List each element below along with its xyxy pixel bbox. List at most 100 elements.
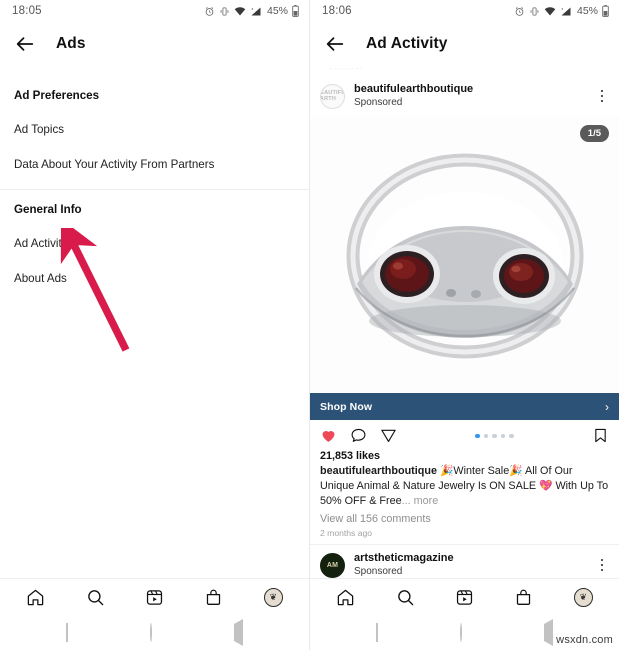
battery-percent: 45% bbox=[266, 5, 288, 17]
carousel-dots bbox=[397, 433, 592, 438]
avatar[interactable]: BEAUTIFUL EARTH bbox=[320, 83, 345, 109]
triangle-icon bbox=[544, 619, 553, 646]
android-system-nav-left bbox=[0, 616, 309, 650]
tab-profile[interactable]: ❦ bbox=[263, 588, 283, 607]
scrolled-content-edge: - - - - - - - - bbox=[330, 66, 363, 73]
triangle-icon bbox=[234, 619, 243, 646]
post-timestamp: 2 months ago bbox=[320, 527, 373, 538]
battery-icon bbox=[602, 5, 609, 17]
post-media[interactable]: 1/5 Shop Now › bbox=[310, 116, 619, 421]
alarm-icon bbox=[515, 6, 524, 16]
carousel-counter: 1/5 bbox=[579, 125, 609, 143]
app-header-right: Ad Activity bbox=[310, 22, 619, 66]
section-heading-general-info: General Info bbox=[14, 203, 82, 216]
tab-home[interactable] bbox=[26, 588, 45, 607]
svg-text:x: x bbox=[251, 6, 253, 10]
section-heading-ad-preferences: Ad Preferences bbox=[14, 89, 100, 102]
back-arrow-icon[interactable] bbox=[324, 33, 346, 55]
ad-activity-feed: - - - - - - - - BEAUTIFUL EARTH beautifu… bbox=[310, 66, 619, 585]
tab-search[interactable] bbox=[396, 588, 415, 607]
tab-search[interactable] bbox=[86, 588, 105, 607]
status-bar-right: 18:06 x 45% bbox=[310, 0, 619, 22]
status-time: 18:05 bbox=[12, 5, 42, 17]
battery-icon bbox=[292, 5, 299, 17]
carousel-dot bbox=[509, 433, 514, 438]
home-button[interactable] bbox=[150, 623, 152, 642]
avatar[interactable]: AM bbox=[320, 552, 345, 578]
post-username[interactable]: artstheticmagazine bbox=[354, 552, 586, 566]
cta-label: Shop Now bbox=[320, 400, 373, 413]
recents-button[interactable] bbox=[66, 623, 68, 642]
action-icons-right bbox=[592, 427, 609, 444]
status-icons: x 45% bbox=[204, 5, 299, 17]
profile-avatar: ❦ bbox=[263, 588, 283, 607]
recents-button[interactable] bbox=[376, 623, 378, 642]
watermark: wsxdn.com bbox=[556, 634, 613, 646]
status-bar-left: 18:05 x 45% bbox=[0, 0, 309, 22]
left-phone-screen: 18:05 x 45% Ads Ad Preferences Ad Topics… bbox=[0, 0, 310, 650]
home-icon bbox=[27, 589, 44, 606]
post-sponsored-label: Sponsored bbox=[354, 96, 403, 108]
like-count: 21,853 likes bbox=[320, 450, 381, 463]
battery-percent: 45% bbox=[576, 5, 598, 17]
shop-now-cta[interactable]: Shop Now › bbox=[310, 393, 619, 421]
bottom-area-right: ❦ wsxdn.com bbox=[310, 578, 619, 650]
tab-profile[interactable]: ❦ bbox=[573, 588, 593, 607]
wifi-icon bbox=[544, 6, 556, 15]
post-identity: beautifulearthboutique Sponsored bbox=[354, 83, 586, 109]
reels-icon bbox=[456, 590, 473, 605]
instagram-tabbar-left: ❦ bbox=[0, 578, 309, 616]
post-sponsored-label: Sponsored bbox=[354, 565, 403, 577]
right-phone-screen: 18:06 x 45% Ad Activity - - - - - - - - … bbox=[310, 0, 619, 650]
back-button[interactable] bbox=[544, 619, 553, 646]
more-options-icon[interactable] bbox=[595, 89, 609, 103]
vibrate-icon bbox=[530, 6, 539, 16]
wifi-icon bbox=[234, 6, 246, 15]
post-username[interactable]: beautifulearthboutique bbox=[354, 83, 586, 97]
back-arrow-icon[interactable] bbox=[14, 33, 36, 55]
dual-screenshot: 18:05 x 45% Ads Ad Preferences Ad Topics… bbox=[0, 0, 619, 650]
settings-item-ad-topics[interactable]: Ad Topics bbox=[0, 112, 309, 147]
action-icons-left bbox=[320, 427, 397, 444]
view-comments-link[interactable]: View all 156 comments bbox=[310, 509, 619, 526]
settings-item-about-ads[interactable]: About Ads bbox=[0, 261, 309, 296]
bottom-area-left: ❦ bbox=[0, 578, 309, 650]
signal-icon: x bbox=[561, 6, 571, 15]
save-bookmark-icon[interactable] bbox=[592, 427, 609, 444]
vibrate-icon bbox=[220, 6, 229, 16]
avatar-label: BEAUTIFUL EARTH bbox=[320, 90, 344, 103]
more-options-icon[interactable] bbox=[595, 558, 609, 572]
status-time: 18:06 bbox=[322, 5, 352, 17]
like-heart-icon[interactable] bbox=[320, 427, 337, 444]
svg-text:x: x bbox=[561, 6, 563, 10]
page-title: Ads bbox=[56, 35, 86, 52]
square-icon bbox=[66, 623, 68, 642]
settings-list: Ad Preferences Ad Topics Data About Your… bbox=[0, 66, 309, 296]
tab-reels[interactable] bbox=[455, 588, 474, 607]
android-system-nav-right: wsxdn.com bbox=[310, 616, 619, 650]
search-icon bbox=[397, 590, 413, 606]
settings-item-data-about-activity[interactable]: Data About Your Activity From Partners bbox=[0, 147, 309, 182]
settings-item-ad-activity[interactable]: Ad Activity bbox=[0, 226, 309, 261]
share-icon[interactable] bbox=[380, 427, 397, 444]
tab-reels[interactable] bbox=[145, 588, 164, 607]
square-icon bbox=[376, 623, 378, 642]
caption-more-link[interactable]: ... more bbox=[402, 495, 439, 507]
avatar-label: AM bbox=[326, 561, 339, 569]
tab-shop[interactable] bbox=[514, 588, 533, 607]
tab-shop[interactable] bbox=[204, 588, 223, 607]
instagram-tabbar-right: ❦ bbox=[310, 578, 619, 616]
post-header: BEAUTIFUL EARTH beautifulearthboutique S… bbox=[310, 76, 619, 116]
carousel-dot bbox=[492, 433, 497, 438]
product-photo-silver-frog-ring bbox=[310, 116, 619, 421]
chevron-right-icon: › bbox=[605, 399, 609, 414]
caption-username[interactable]: beautifulearthboutique bbox=[320, 465, 437, 477]
comment-icon[interactable] bbox=[350, 427, 367, 444]
back-button[interactable] bbox=[234, 619, 243, 646]
shop-icon bbox=[207, 589, 221, 605]
carousel-dot bbox=[500, 433, 506, 438]
home-icon bbox=[337, 589, 354, 606]
section-divider bbox=[0, 189, 309, 190]
tab-home[interactable] bbox=[336, 588, 355, 607]
home-button[interactable] bbox=[460, 623, 462, 642]
